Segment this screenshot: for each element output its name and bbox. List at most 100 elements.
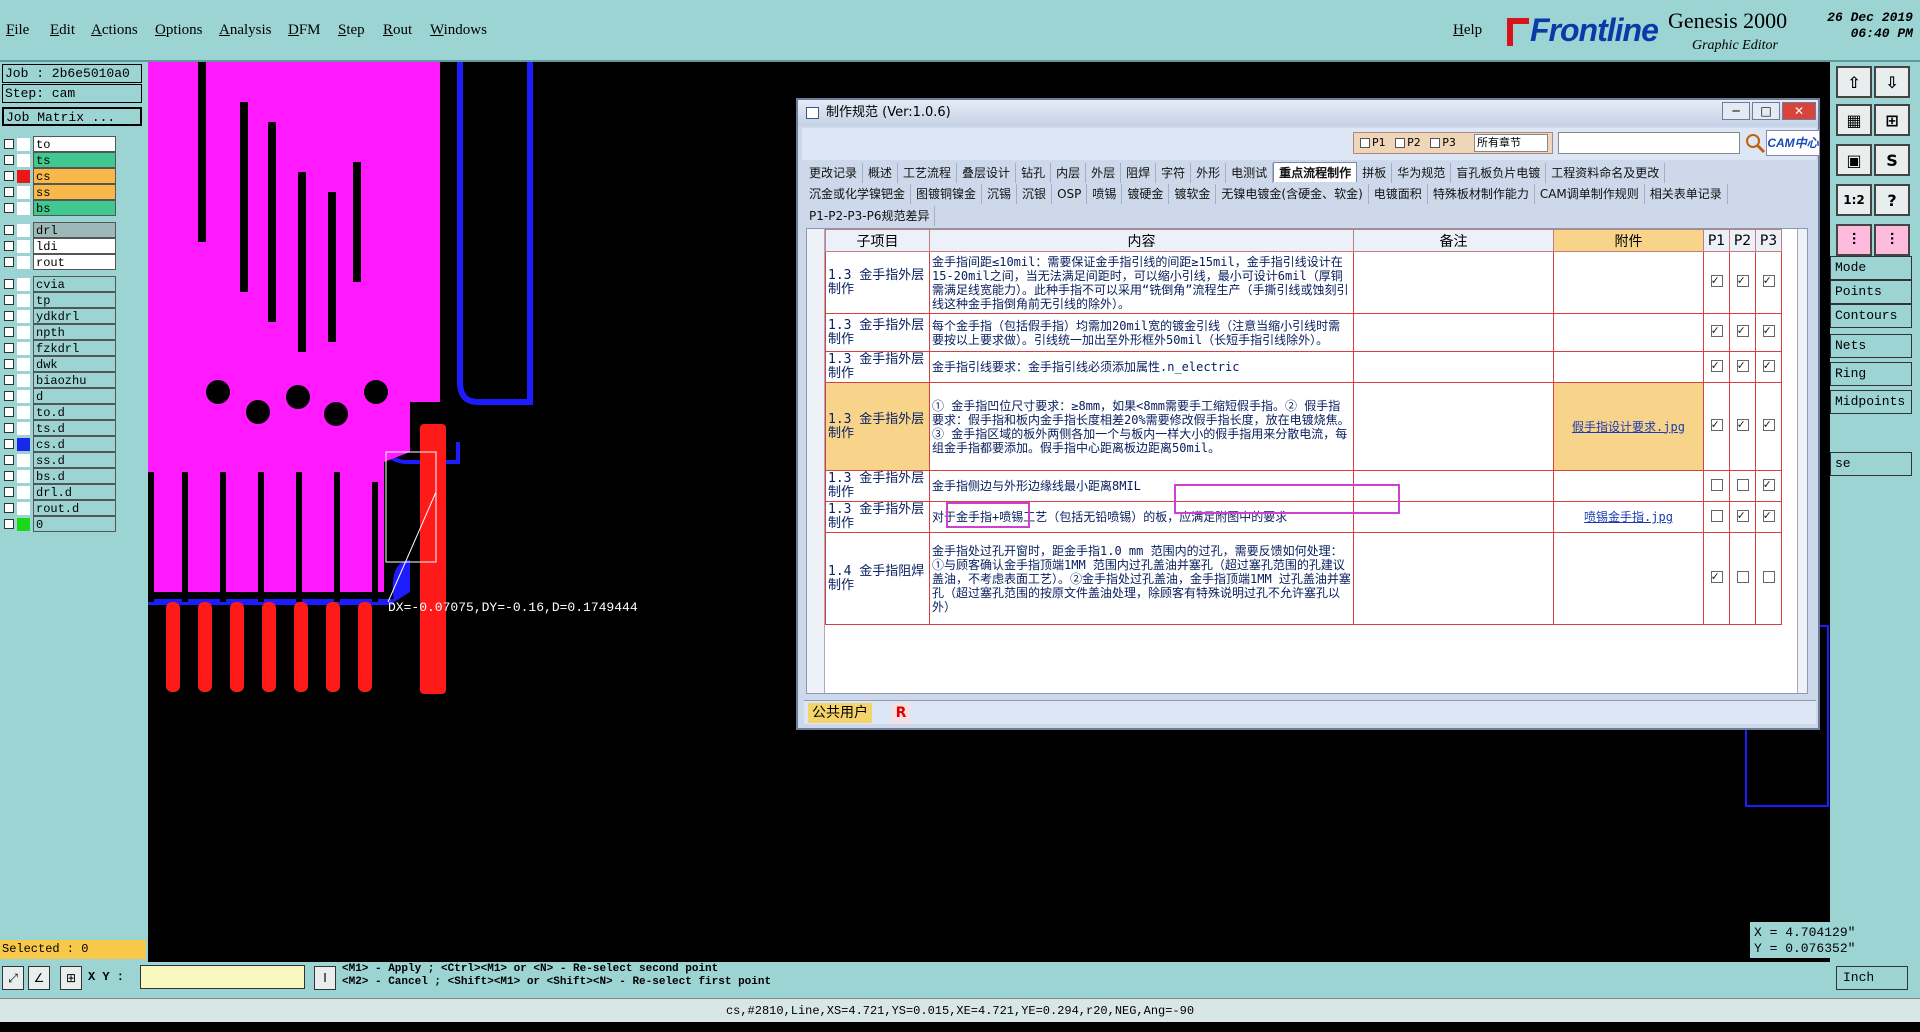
tab-tabs1-2[interactable]: 工艺流程 [898, 163, 958, 183]
column-header[interactable]: 子项目 [825, 229, 930, 252]
column-header[interactable]: P1 [1703, 229, 1730, 252]
table-row[interactable]: 1.3 金手指外层制作 金手指间距≤10mil：需要保证金手指引线的间距≥15mi… [825, 251, 1782, 314]
tool-up-icon[interactable]: ⇧ [1836, 66, 1872, 98]
xy-input[interactable] [140, 965, 305, 989]
layer-row[interactable]: bs [2, 200, 116, 216]
layer-row[interactable]: 0 [2, 516, 116, 532]
layer-row[interactable]: ss.d [2, 452, 116, 468]
p3-checkbox[interactable] [1762, 571, 1775, 583]
menu-file[interactable]: File [6, 22, 29, 39]
search-icon[interactable] [1744, 132, 1766, 154]
tab-tabs1-14[interactable]: 盲孔板负片电镀 [1451, 163, 1547, 183]
column-header[interactable]: 备注 [1353, 229, 1554, 252]
layer-row[interactable]: drl [2, 222, 116, 238]
menu-step[interactable]: Step [338, 22, 365, 39]
p1-checkbox[interactable] [1710, 273, 1723, 287]
tab-tabs2-4[interactable]: OSP [1052, 184, 1088, 204]
menu-help[interactable]: Help [1453, 22, 1482, 39]
layer-row[interactable]: rout.d [2, 500, 116, 516]
tab-tabs2-11[interactable]: CAM调单制作规则 [1535, 184, 1645, 204]
p1-checkbox[interactable] [1710, 509, 1723, 522]
layer-name[interactable]: npth [33, 324, 116, 340]
p2-check[interactable] [1395, 138, 1406, 148]
p3-checkbox[interactable] [1762, 273, 1775, 287]
tab-tabs1-7[interactable]: 阻焊 [1121, 163, 1157, 183]
menu-windows[interactable]: Windows [430, 22, 487, 39]
menu-options[interactable]: Options [155, 22, 203, 39]
layer-row[interactable]: ss [2, 184, 116, 200]
p3-checkbox[interactable] [1762, 508, 1775, 522]
layer-checkbox[interactable] [4, 407, 14, 417]
row-scrollbar[interactable] [807, 229, 825, 693]
layer-name[interactable]: ss.d [33, 452, 116, 468]
p3-checkbox[interactable] [1762, 323, 1775, 337]
layer-name[interactable]: drl [33, 222, 116, 238]
layer-name[interactable]: dwk [33, 356, 116, 372]
layer-row[interactable]: cvia [2, 276, 116, 292]
minimize-icon[interactable]: ─ [1722, 102, 1750, 120]
layer-checkbox[interactable] [4, 471, 14, 481]
menu-rout[interactable]: Rout [383, 22, 412, 39]
layer-row[interactable]: fzkdrl [2, 340, 116, 356]
side-ring[interactable]: Ring [1830, 362, 1912, 386]
p2-checkbox[interactable] [1736, 571, 1749, 583]
tool-s-icon[interactable]: S [1874, 144, 1910, 176]
layer-row[interactable]: bs.d [2, 468, 116, 484]
layer-name[interactable]: rout.d [33, 500, 116, 516]
column-header[interactable]: 内容 [929, 229, 1354, 252]
tool-snap-icon[interactable]: ⊞ [1874, 104, 1910, 136]
layer-checkbox[interactable] [4, 139, 14, 149]
layer-checkbox[interactable] [4, 155, 14, 165]
layer-row[interactable]: ts [2, 152, 116, 168]
p2-checkbox[interactable] [1736, 478, 1749, 491]
attachment-link[interactable]: 喷锡金手指.jpg [1584, 510, 1673, 524]
layer-checkbox[interactable] [4, 225, 14, 235]
table-row[interactable]: 1.3 金手指外层制作 ① 金手指凹位尺寸要求：≥8mm，如果<8mm需要手工缩短… [825, 382, 1782, 471]
p2-checkbox[interactable] [1736, 323, 1749, 337]
p2-checkbox[interactable] [1736, 358, 1749, 372]
p3-check[interactable] [1430, 138, 1441, 148]
layer-row[interactable]: biaozhu [2, 372, 116, 388]
tool-layer-b-icon[interactable]: ⫶ [1874, 224, 1910, 256]
tab-tabs3-0[interactable]: P1-P2-P3-P6规范差异 [804, 206, 936, 226]
p3-checkbox[interactable] [1762, 417, 1775, 431]
layer-row[interactable]: cs.d [2, 436, 116, 452]
layer-name[interactable]: to.d [33, 404, 116, 420]
tab-tabs1-6[interactable]: 外层 [1086, 163, 1122, 183]
layer-name[interactable]: biaozhu [33, 372, 116, 388]
layer-checkbox[interactable] [4, 327, 14, 337]
layer-name[interactable]: bs.d [33, 468, 116, 484]
tab-tabs1-9[interactable]: 外形 [1191, 163, 1227, 183]
layer-name[interactable]: cs [33, 168, 116, 184]
layer-name[interactable]: cs.d [33, 436, 116, 452]
close-icon[interactable]: ✕ [1782, 102, 1816, 120]
layer-name[interactable]: d [33, 388, 116, 404]
p1-checkbox[interactable] [1710, 417, 1723, 431]
layer-row[interactable]: to.d [2, 404, 116, 420]
measure-icon[interactable]: ∠ [28, 966, 50, 990]
layer-row[interactable]: dwk [2, 356, 116, 372]
layer-checkbox[interactable] [4, 257, 14, 267]
layer-checkbox[interactable] [4, 343, 14, 353]
tab-tabs1-11[interactable]: 重点流程制作 [1273, 162, 1358, 182]
units-select[interactable]: Inch [1836, 966, 1908, 990]
layer-name[interactable]: ts [33, 152, 116, 168]
tab-tabs1-4[interactable]: 钻孔 [1016, 163, 1052, 183]
layer-checkbox[interactable] [4, 487, 14, 497]
side-contours[interactable]: Contours [1830, 304, 1912, 328]
footer-r-badge[interactable]: R [892, 703, 910, 723]
side-points[interactable]: Points [1830, 280, 1912, 304]
chapter-select[interactable]: 所有章节 [1474, 134, 1548, 152]
layer-checkbox[interactable] [4, 455, 14, 465]
side-mode[interactable]: Mode [1830, 256, 1912, 280]
tab-tabs2-7[interactable]: 镀软金 [1169, 184, 1217, 204]
column-header[interactable]: 附件 [1553, 229, 1704, 252]
layer-name[interactable]: tp [33, 292, 116, 308]
p3-checkbox[interactable] [1762, 477, 1775, 491]
layer-row[interactable]: rout [2, 254, 116, 270]
menu-edit[interactable]: Edit [50, 22, 75, 39]
tab-tabs2-5[interactable]: 喷锡 [1087, 184, 1123, 204]
layer-checkbox[interactable] [4, 375, 14, 385]
side-se[interactable]: se [1830, 452, 1912, 476]
layer-row[interactable]: tp [2, 292, 116, 308]
